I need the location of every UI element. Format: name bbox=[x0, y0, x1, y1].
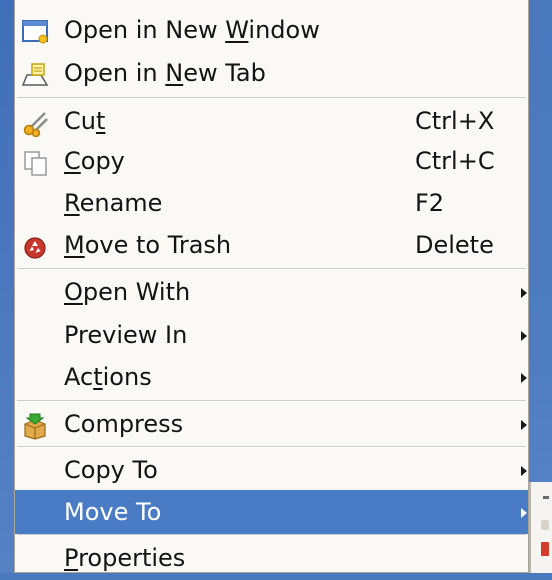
menu-item-label: Cut bbox=[64, 107, 106, 135]
menu-item-label: Open With bbox=[64, 278, 191, 306]
window-icon bbox=[21, 16, 51, 44]
menu-item-label: Open in New Tab bbox=[64, 59, 266, 87]
submenu-arrow-icon bbox=[521, 466, 527, 476]
menu-item-label: Rename bbox=[64, 189, 163, 217]
context-menu: Open in New Window Open in New Tab Cut C… bbox=[14, 0, 529, 573]
menu-item-copy[interactable]: Copy Ctrl+C bbox=[15, 139, 528, 183]
submenu-item-fragment bbox=[541, 520, 549, 530]
shortcut-label: Delete bbox=[415, 231, 494, 259]
shortcut-label: Ctrl+C bbox=[415, 147, 495, 175]
desktop-background bbox=[0, 0, 14, 573]
copy-icon bbox=[21, 147, 51, 176]
menu-item-properties[interactable]: Properties bbox=[15, 536, 528, 580]
menu-item-label: Compress bbox=[64, 410, 184, 438]
scissors-icon bbox=[21, 107, 51, 138]
menu-item-actions[interactable]: Actions bbox=[15, 355, 528, 399]
trash-icon bbox=[21, 231, 51, 259]
menu-item-label: Properties bbox=[64, 544, 186, 572]
menu-item-label: Copy To bbox=[64, 456, 158, 484]
menu-item-label: Copy bbox=[64, 147, 125, 175]
menu-item-label: Move to Trash bbox=[64, 231, 232, 259]
submenu-arrow-icon bbox=[521, 508, 527, 518]
menu-item-copy-to[interactable]: Copy To bbox=[15, 448, 528, 492]
menu-item-rename[interactable]: Rename F2 bbox=[15, 181, 528, 225]
menu-item-label: Open in New Window bbox=[64, 16, 320, 44]
submenu-arrow-icon bbox=[521, 288, 527, 298]
menu-item-label: Preview In bbox=[64, 321, 188, 349]
menu-item-open-in-new-tab[interactable]: Open in New Tab bbox=[15, 51, 528, 95]
move-to-submenu[interactable] bbox=[529, 482, 552, 573]
menu-item-cut[interactable]: Cut Ctrl+X bbox=[15, 99, 528, 143]
submenu-arrow-icon bbox=[521, 420, 527, 430]
shortcut-label: F2 bbox=[415, 189, 445, 217]
menu-item-move-to[interactable]: Move To bbox=[15, 490, 528, 534]
submenu-arrow-icon bbox=[521, 331, 527, 341]
submenu-arrow-icon bbox=[521, 373, 527, 383]
menu-item-move-to-trash[interactable]: Move to Trash Delete bbox=[15, 223, 528, 267]
tab-icon bbox=[21, 59, 51, 87]
menu-item-label: Move To bbox=[64, 498, 162, 526]
menu-item-preview-in[interactable]: Preview In bbox=[15, 313, 528, 357]
menu-item-compress[interactable]: Compress bbox=[15, 402, 528, 446]
submenu-item-fragment bbox=[541, 542, 549, 556]
menu-item-label: Actions bbox=[64, 363, 152, 391]
submenu-item-fragment bbox=[543, 496, 549, 499]
compress-icon bbox=[21, 410, 51, 440]
menu-item-open-in-new-window[interactable]: Open in New Window bbox=[15, 8, 528, 52]
menu-item-open-with[interactable]: Open With bbox=[15, 270, 528, 314]
shortcut-label: Ctrl+X bbox=[415, 107, 495, 135]
